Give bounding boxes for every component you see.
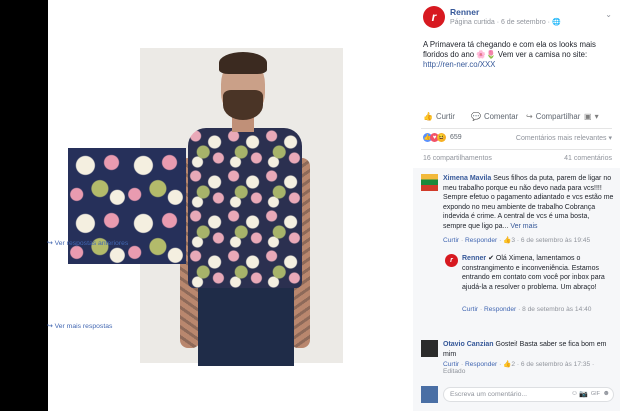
previous-replies-link[interactable]: ↪ Ver respostas anteriores [47, 239, 128, 247]
comment-actions: Curtir · Responder · 👍2 · 6 de setembro … [443, 361, 595, 375]
comment-actions: Curtir · Responder · 👍3 · 6 de setembro … [443, 237, 591, 244]
model-hair [219, 52, 267, 74]
post-meta: Página curtida · 6 de setembro · 🌐 [450, 18, 561, 26]
reactions-bar: 👍 ♥ 😆 659 Comentários mais relevantes ▾ [413, 133, 620, 145]
comment-body: Otavio Canzian Gostei! Basta saber se fi… [443, 340, 614, 359]
previous-replies-label: Ver respostas anteriores [54, 240, 129, 247]
post-header: r Renner Página curtida · 6 de setembro … [413, 6, 620, 28]
reaction-count[interactable]: 659 [450, 134, 462, 141]
post-body: A Primavera tá chegando e com ela os loo… [423, 40, 596, 59]
avatar[interactable] [421, 174, 438, 191]
post-counts: 16 compartilhamentos 41 comentários [413, 155, 620, 165]
avatar [421, 386, 438, 403]
comment-author[interactable]: Renner [462, 255, 486, 262]
chevron-down-icon[interactable]: ⌄ [605, 10, 612, 19]
more-replies-link[interactable]: ↪ Ver mais respostas [47, 322, 112, 330]
post-meta-text: Página curtida · 6 de setembro · [450, 19, 552, 26]
comments-count[interactable]: 41 comentários [564, 155, 612, 162]
comment-text: Seus filhos da puta, parem de ligar no m… [443, 175, 614, 230]
comment-author[interactable]: Ximena Mavila [443, 175, 491, 182]
reply-arrow-icon: ↪ [47, 323, 53, 330]
camera-icon[interactable]: 📷 [579, 390, 588, 398]
haha-reaction-icon[interactable]: 😆 [437, 133, 446, 142]
comment: Otavio Canzian Gostei! Basta saber se fi… [421, 340, 614, 380]
comment-body: Ximena Mavila Seus filhos da puta, parem… [443, 174, 614, 231]
comment-label: Comentar [483, 112, 519, 121]
comment-icon: 💬 [471, 112, 481, 121]
reply-comment: r Renner ✔ Olá Ximena, lamentamos o cons… [445, 254, 614, 334]
comment-like-link[interactable]: Curtir [443, 361, 459, 368]
comment-time[interactable]: 6 de setembro às 19:45 [521, 237, 590, 244]
share-label: Compartilhar [535, 112, 581, 121]
comment-actions: Curtir · Responder · 8 de setembro às 14… [462, 306, 592, 313]
see-more-link[interactable]: Ver mais [510, 223, 537, 230]
comment-input[interactable] [443, 387, 614, 402]
verified-icon: ✔ [488, 255, 494, 262]
edited-label: Editado [443, 368, 466, 375]
gif-icon[interactable]: GIF [591, 391, 600, 397]
share-icon: ↪ [526, 112, 533, 121]
comment-sort-dropdown[interactable]: Comentários mais relevantes ▾ [516, 134, 612, 142]
page-logo[interactable]: r [423, 6, 445, 28]
divider [421, 128, 612, 129]
post-actions: 👍 Curtir 💬 Comentar ↪ Compartilhar ▣ ▾ [413, 110, 620, 126]
comment-author[interactable]: Otavio Canzian [443, 341, 494, 348]
model-jeans [198, 286, 294, 366]
page-name[interactable]: Renner [450, 7, 479, 17]
page-avatar-selector[interactable]: ▣ ▾ [584, 112, 599, 121]
post-panel: r Renner Página curtida · 6 de setembro … [413, 0, 620, 411]
avatar[interactable]: r [445, 254, 458, 267]
model-beard [223, 90, 263, 120]
model-floral-shirt [188, 128, 302, 288]
like-label: Curtir [435, 112, 456, 121]
chevron-down-icon: ▾ [594, 112, 599, 121]
comment-reply-link[interactable]: Responder [484, 306, 516, 313]
more-replies-label: Ver mais respostas [54, 323, 113, 330]
comment-reply-link[interactable]: Responder [465, 361, 497, 368]
comment: Ximena Mavila Seus filhos da puta, parem… [421, 174, 614, 254]
like-button[interactable]: 👍 Curtir [423, 112, 455, 121]
comment-reaction-count[interactable]: 3 [511, 237, 515, 244]
post-image[interactable] [48, 0, 413, 411]
divider [421, 149, 612, 150]
comment-reply-link[interactable]: Responder [465, 237, 497, 244]
share-button[interactable]: ↪ Compartilhar [526, 112, 580, 121]
comment-reaction-count[interactable]: 2 [511, 361, 515, 368]
comment-button[interactable]: 💬 Comentar [471, 112, 518, 121]
reply-arrow-icon: ↪ [47, 240, 53, 247]
sticker-icon[interactable]: ☻ [603, 390, 610, 397]
thumbs-up-icon: 👍 [423, 112, 433, 121]
comment-time[interactable]: 6 de setembro às 17:35 [521, 361, 590, 368]
globe-icon: 🌐 [551, 19, 561, 26]
comments-section: Ximena Mavila Seus filhos da puta, parem… [413, 168, 620, 411]
comment-time[interactable]: 8 de setembro às 14:40 [522, 306, 591, 313]
post-link[interactable]: http://ren-ner.co/XXX [423, 60, 495, 69]
avatar[interactable] [421, 340, 438, 357]
emoji-icon[interactable]: ☺ [571, 390, 578, 397]
comment-composer: ☺ 📷 GIF ☻ [421, 386, 614, 403]
comment-like-link[interactable]: Curtir [462, 306, 478, 313]
page-thumbnail-icon: ▣ [584, 112, 592, 121]
comment-body: Renner ✔ Olá Ximena, lamentamos o constr… [462, 254, 614, 292]
comment-like-link[interactable]: Curtir [443, 237, 459, 244]
shares-count[interactable]: 16 compartilhamentos [423, 155, 492, 162]
post-text: A Primavera tá chegando e com ela os loo… [423, 40, 612, 70]
